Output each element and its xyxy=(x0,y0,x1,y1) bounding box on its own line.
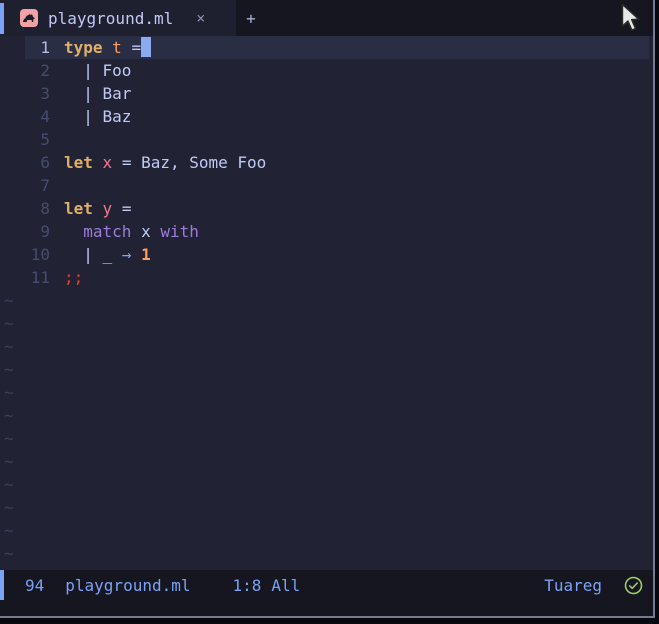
empty-line-tilde: ~ xyxy=(4,475,14,494)
mouse-cursor-icon xyxy=(621,3,640,31)
empty-line-tilde: ~ xyxy=(4,360,14,379)
empty-line: ~ xyxy=(0,358,653,381)
code-text: | Bar xyxy=(64,84,132,103)
code-text: let x = Baz, Some Foo xyxy=(64,153,267,172)
terminal-window: playground.ml × + 1 type t = 2 | Foo 3 | Ba… xyxy=(0,0,659,624)
empty-line: ~ xyxy=(0,427,653,450)
editor-window: playground.ml × + 1 type t = 2 | Foo 3 | Ba… xyxy=(0,0,653,616)
code-text: ;; xyxy=(64,268,84,287)
empty-line-tilde: ~ xyxy=(4,337,14,356)
code-line[interactable]: 10 | _ → 1 xyxy=(0,243,653,266)
filetype-indicator: Tuareg xyxy=(544,575,602,595)
statusline-accent-bar xyxy=(0,570,4,600)
line-number: 10 xyxy=(30,245,50,264)
line-number: 3 xyxy=(40,84,50,103)
code-line[interactable]: 2 | Foo xyxy=(0,59,653,82)
code-line[interactable]: 3 | Bar xyxy=(0,82,653,105)
empty-line-tilde: ~ xyxy=(4,383,14,402)
empty-line-tilde: ~ xyxy=(4,291,14,310)
buffer-number: 94 xyxy=(25,575,45,595)
cursor-position: 1:8 xyxy=(232,575,262,595)
empty-line: ~ xyxy=(0,542,653,565)
line-number: 5 xyxy=(40,130,50,149)
code-text: | Foo xyxy=(64,61,132,80)
line-number: 8 xyxy=(40,199,50,218)
empty-line: ~ xyxy=(0,335,653,358)
tabline: playground.ml × + xyxy=(0,0,653,36)
code-line[interactable]: 8 let y = xyxy=(0,197,653,220)
statusline-filename: playground.ml xyxy=(65,575,191,595)
empty-line-tilde: ~ xyxy=(4,521,14,540)
code-line[interactable]: 1 type t = xyxy=(0,36,653,59)
code-lines: 1 type t = 2 | Foo 3 | Bar 4 | Baz 5 6 let x = … xyxy=(0,36,653,565)
line-number: 6 xyxy=(40,153,50,172)
new-tab-button[interactable]: + xyxy=(236,0,266,36)
code-line[interactable]: 6 let x = Baz, Some Foo xyxy=(0,151,653,174)
editor-buffer[interactable]: 1 type t = 2 | Foo 3 | Bar 4 | Baz 5 6 let x = … xyxy=(0,36,653,570)
tabline-accent-bar xyxy=(0,3,4,34)
tab-playground[interactable]: playground.ml × xyxy=(0,0,236,36)
window-right-border xyxy=(653,0,655,618)
line-number: 11 xyxy=(30,268,50,287)
code-text: let y = xyxy=(64,199,132,218)
empty-line-tilde: ~ xyxy=(4,429,14,448)
empty-line-tilde: ~ xyxy=(4,406,14,425)
code-line[interactable]: 5 xyxy=(0,128,653,151)
text-cursor xyxy=(141,37,152,57)
command-line[interactable] xyxy=(0,600,653,616)
empty-line: ~ xyxy=(0,381,653,404)
empty-line: ~ xyxy=(0,289,653,312)
line-number: 2 xyxy=(40,61,50,80)
line-number: 4 xyxy=(40,107,50,126)
line-number: 7 xyxy=(40,176,50,195)
code-text: | _ → 1 xyxy=(64,245,151,264)
statusline: 94 playground.ml 1:8 All Tuareg xyxy=(0,570,653,600)
code-text: type t = xyxy=(64,36,152,59)
empty-line: ~ xyxy=(0,496,653,519)
code-line[interactable]: 11;; xyxy=(0,266,653,289)
empty-line-tilde: ~ xyxy=(4,314,14,333)
ocaml-file-icon xyxy=(20,9,38,27)
window-bottom-border xyxy=(0,616,655,618)
line-number: 1 xyxy=(40,38,50,57)
code-text: match x with xyxy=(83,222,199,241)
empty-line-tilde: ~ xyxy=(4,452,14,471)
code-line[interactable]: 9 match x with xyxy=(0,220,653,243)
code-line[interactable]: 4 | Baz xyxy=(0,105,653,128)
code-text: | Baz xyxy=(64,107,132,126)
empty-line: ~ xyxy=(0,473,653,496)
check-circle-icon xyxy=(624,576,643,595)
code-line[interactable]: 7 xyxy=(0,174,653,197)
empty-line-tilde: ~ xyxy=(4,544,14,563)
line-number: 9 xyxy=(40,222,50,241)
empty-line: ~ xyxy=(0,450,653,473)
empty-line-tilde: ~ xyxy=(4,498,14,517)
tab-title: playground.ml xyxy=(48,8,174,28)
empty-line: ~ xyxy=(0,312,653,335)
close-icon[interactable]: × xyxy=(196,9,205,27)
scroll-indicator: All xyxy=(271,575,301,595)
empty-line: ~ xyxy=(0,519,653,542)
empty-line: ~ xyxy=(0,404,653,427)
